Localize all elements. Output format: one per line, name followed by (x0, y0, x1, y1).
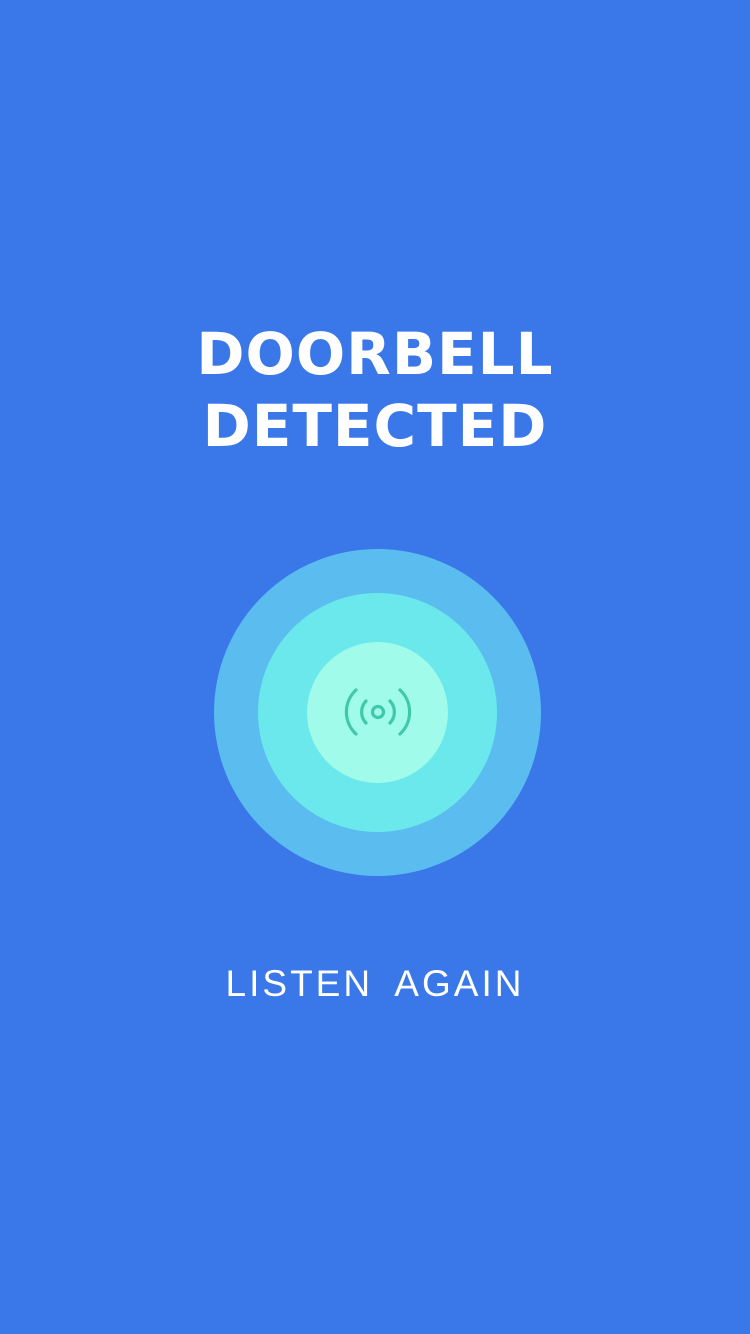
listen-again-button[interactable]: LISTEN AGAIN (175, 956, 575, 1012)
alert-title-line-1: DOORBELL (196, 320, 554, 388)
broadcast-icon (344, 688, 412, 736)
doorbell-alert-screen: DOORBELL DETECTED LISTEN AGAIN (0, 0, 750, 1334)
alert-title: DOORBELL DETECTED (0, 318, 750, 462)
alert-title-line-2: DETECTED (202, 392, 548, 460)
